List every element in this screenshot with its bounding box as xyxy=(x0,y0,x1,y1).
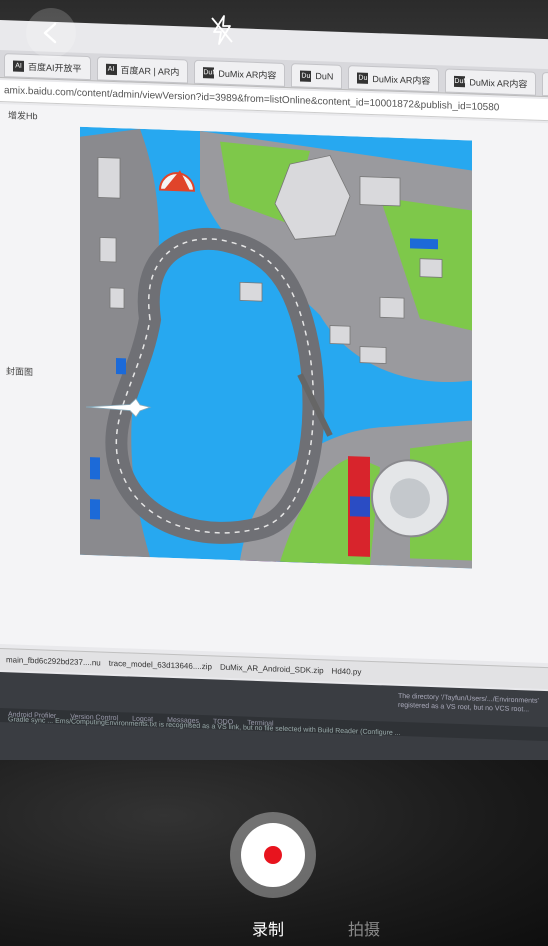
tab-favicon-icon: DuMix xyxy=(454,75,475,87)
browser-tab[interactable]: Du DuMix AR内容 xyxy=(348,65,440,93)
vehicle-2 xyxy=(90,499,100,520)
flash-off-icon xyxy=(211,15,233,45)
download-item[interactable]: DuMix_AR_Android_SDK.zip xyxy=(220,657,324,682)
tab-label: DuMix AR内容 xyxy=(218,68,277,81)
web-page: 增发Hb 封面图 xyxy=(0,104,548,664)
tab-label: 百度AR | AR内 xyxy=(120,64,180,77)
tab-favicon-icon: Du xyxy=(300,69,312,82)
tab-favicon-icon: DuMix xyxy=(203,66,224,78)
page-side-label: 封面图 xyxy=(6,366,34,378)
record-dot-icon xyxy=(264,846,282,864)
tab-favicon-icon: AI xyxy=(105,63,117,75)
flash-toggle-button[interactable] xyxy=(202,10,242,50)
monitor-screen: AI 百度AI开放平 AI 百度AR | AR内 DuMix DuMix AR内容 Du Du… xyxy=(0,20,548,782)
tower-logo xyxy=(350,496,370,517)
browser-tab[interactable]: Du DuN xyxy=(291,63,343,89)
tab-favicon-icon: AI xyxy=(13,59,24,72)
city-map-illustration xyxy=(80,126,472,570)
back-button[interactable] xyxy=(26,8,76,58)
ide-notice: The directory '/Tayfun/Users/.../Environ… xyxy=(398,692,539,714)
tab-label: DuMix AR内容 xyxy=(469,76,528,89)
camera-viewfinder: AI 百度AI开放平 AI 百度AR | AR内 DuMix DuMix AR内容 Du Du… xyxy=(0,0,548,946)
download-item[interactable]: trace_model_63d13646....zip xyxy=(109,653,212,678)
record-button[interactable] xyxy=(230,812,316,898)
tab-label: DuN xyxy=(315,71,334,82)
chevron-left-icon xyxy=(43,22,57,44)
mode-tab-record[interactable]: 录制 xyxy=(252,916,284,940)
browser-tab[interactable]: DuMix DuMix AR内容 xyxy=(194,59,286,87)
vehicle-4 xyxy=(410,238,438,250)
ar-city-map-image xyxy=(80,126,472,570)
base-strip-red xyxy=(240,560,276,568)
download-item[interactable]: main_fbd6c292bd237....nu xyxy=(6,649,101,673)
record-button-inner xyxy=(241,823,305,887)
mode-tab-photo[interactable]: 拍摄 xyxy=(348,916,380,940)
vehicle-3 xyxy=(116,358,126,375)
browser-tab[interactable]: mozillamozilla插件 xyxy=(542,71,548,99)
vehicle-1 xyxy=(90,457,100,480)
tab-label: 百度AI开放平 xyxy=(28,61,82,74)
tab-label: DuMix AR内容 xyxy=(372,73,431,86)
page-top-label: 增发Hb xyxy=(8,110,38,122)
browser-tab[interactable]: AI 百度AR | AR内 xyxy=(96,56,189,84)
download-item[interactable]: Hd40.py xyxy=(332,661,362,683)
browser-tab[interactable]: DuMix DuMix AR内容 xyxy=(445,68,537,96)
tab-favicon-icon: Du xyxy=(357,71,369,84)
